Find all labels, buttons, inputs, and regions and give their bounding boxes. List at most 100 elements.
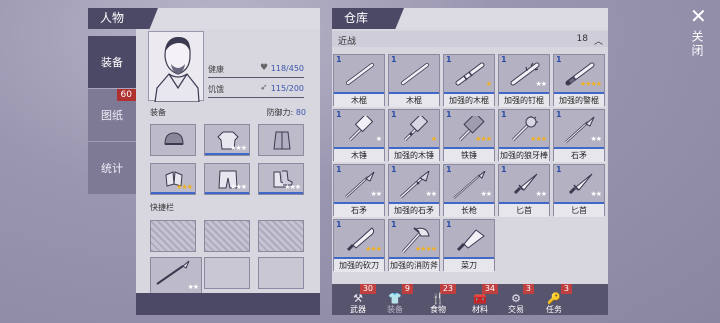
category-tab-equipment[interactable]: 9 👕 装备 xyxy=(377,284,413,315)
equip-slot-hands[interactable]: ★★★ xyxy=(150,163,196,195)
storage-panel: 仓库 近战 18 ︿ 1 木棍 1 木棍 1 ★ 加强的木棍 1 ★★ 加强的钉棍 1 ★★★★ 加强的… xyxy=(332,8,608,315)
equip-slot-body-stars: ★★★ xyxy=(230,144,247,152)
item-rating: ★★ xyxy=(535,80,547,88)
stick-icon xyxy=(401,63,429,85)
close-label: 关闭 xyxy=(690,30,704,58)
storage-item[interactable]: 1 ★★★★ 加强的消防斧 xyxy=(388,219,440,272)
character-tabs: 装备 60 图纸 统计 xyxy=(88,36,136,195)
item-quantity: 1 xyxy=(336,220,342,229)
storage-item[interactable]: 1 ★ 木锤 xyxy=(333,109,385,162)
item-quantity: 1 xyxy=(391,220,397,229)
hunger-divider xyxy=(208,97,304,98)
storage-item[interactable]: 1 ★ 加强的木锤 xyxy=(388,109,440,162)
storage-item[interactable]: 1 ★★ 石矛 xyxy=(553,109,605,162)
item-rating: ★★ xyxy=(590,190,602,198)
storage-item[interactable]: 1 ★★ 石矛 xyxy=(333,164,385,217)
equip-slot-feet-stars: ★★★ xyxy=(284,183,301,191)
item-name: 加强的钉棍 xyxy=(499,94,549,107)
equip-slot-head[interactable] xyxy=(150,124,196,156)
equip-slot-legs[interactable]: ★★★ xyxy=(204,163,250,195)
equipment-header: 装备 防御力: 80 xyxy=(136,105,320,119)
equip-slot-feet-durability xyxy=(259,192,303,194)
helmet-icon xyxy=(164,132,184,145)
item-name: 木棍 xyxy=(334,94,384,107)
quickbar-slot-6[interactable] xyxy=(258,257,304,289)
storage-item[interactable]: 1 ★★ 加强的钉棍 xyxy=(498,54,550,107)
equip-slot-body[interactable]: ★★★ xyxy=(204,124,250,156)
equip-slot-legs-durability xyxy=(205,192,249,194)
category-label: 武器 xyxy=(350,305,366,314)
storage-item[interactable]: 1 木棍 xyxy=(388,54,440,107)
close-icon: ✕ xyxy=(690,4,707,28)
category-tab-weapon[interactable]: 30 ⚒ 武器 xyxy=(340,284,376,315)
storage-title: 仓库 xyxy=(332,8,404,29)
quickbar-slot-5[interactable] xyxy=(204,257,250,289)
stick-icon xyxy=(346,63,374,85)
melee-section-header[interactable]: 近战 18 ︿ xyxy=(332,31,608,47)
category-label: 交易 xyxy=(508,305,524,314)
item-name: 加强的木棍 xyxy=(444,94,494,107)
storage-item-grid: 1 木棍 1 木棍 1 ★ 加强的木棍 1 ★★ 加强的钉棍 1 ★★★★ 加强的警棍 1 ★ 木锤 1 ★ 加强的… xyxy=(333,54,607,284)
storage-item[interactable]: 1 木棍 xyxy=(333,54,385,107)
storage-item[interactable]: 1 菜刀 xyxy=(443,219,495,272)
item-name: 石矛 xyxy=(554,149,604,162)
storage-item[interactable]: 1 ★ 加强的木棍 xyxy=(443,54,495,107)
item-quantity: 1 xyxy=(336,165,342,174)
equipment-label: 装备 xyxy=(150,108,166,117)
item-name: 铁锤 xyxy=(444,149,494,162)
item-quantity: 1 xyxy=(556,165,562,174)
item-quantity: 1 xyxy=(556,55,562,64)
quickbar-slot-3-locked[interactable] xyxy=(258,220,304,252)
tab-statistics-label: 统计 xyxy=(101,162,123,175)
item-rating: ★★★ xyxy=(530,135,547,143)
item-quantity: 1 xyxy=(446,110,452,119)
reinforced-stick-icon xyxy=(455,62,485,86)
item-name: 加强的警棍 xyxy=(554,94,604,107)
chevron-up-icon[interactable]: ︿ xyxy=(594,34,603,47)
item-name: 加强的砍刀 xyxy=(334,259,384,272)
equip-slot-armor[interactable] xyxy=(258,124,304,156)
storage-item[interactable]: 1 ★★★ 加强的砍刀 xyxy=(333,219,385,272)
storage-item[interactable]: 1 ★★ 匕首 xyxy=(498,164,550,217)
category-label: 任务 xyxy=(546,305,562,314)
category-label: 食物 xyxy=(430,305,446,314)
item-rating: ★★★ xyxy=(365,245,382,253)
tab-equipment[interactable]: 装备 xyxy=(88,36,136,88)
category-tab-materials[interactable]: 34 🧰 材料 xyxy=(462,284,498,315)
tab-blueprints[interactable]: 60 图纸 xyxy=(88,89,136,141)
equip-slot-feet[interactable]: ★★★ xyxy=(258,163,304,195)
category-tab-food[interactable]: 23 🍴 食物 xyxy=(420,284,456,315)
storage-item[interactable]: 1 ★★ 长枪 xyxy=(443,164,495,217)
storage-item[interactable]: 1 ★★★ 铁锤 xyxy=(443,109,495,162)
storage-item[interactable]: 1 ★★★ 加强的狼牙棒 xyxy=(498,109,550,162)
item-quantity: 1 xyxy=(336,110,342,119)
quickbar-slot-2-locked[interactable] xyxy=(204,220,250,252)
item-quantity: 1 xyxy=(501,110,507,119)
armor-vest-icon xyxy=(273,131,291,150)
defense-label: 防御力: xyxy=(266,108,294,117)
equip-slot-hands-stars: ★★★ xyxy=(176,183,193,191)
storage-item[interactable]: 1 ★★ 匕首 xyxy=(553,164,605,217)
item-name: 木棍 xyxy=(389,94,439,107)
item-rating: ★★ xyxy=(480,190,492,198)
character-title-bar: 人物 xyxy=(88,8,320,29)
item-quantity: 1 xyxy=(391,55,397,64)
tab-statistics[interactable]: 统计 xyxy=(88,142,136,194)
category-tab-trade[interactable]: 3 ⚙ 交易 xyxy=(498,284,534,315)
close-button[interactable]: ✕ 关闭 xyxy=(680,4,716,84)
wooden-hammer-icon xyxy=(348,116,374,142)
character-panel: 人物 装备 60 图纸 统计 健康 ♥ 118/450 饥饿 ➶ 115/200… xyxy=(88,8,320,315)
category-tab-quest[interactable]: 3 🔑 任务 xyxy=(536,284,572,315)
item-name: 木锤 xyxy=(334,149,384,162)
storage-item[interactable]: 1 ★★★★ 加强的警棍 xyxy=(553,54,605,107)
quickbar-header: 快捷栏 xyxy=(136,200,320,214)
kitchen-knife-icon xyxy=(456,229,485,252)
item-rating: ★★★★ xyxy=(579,80,602,88)
drumstick-icon: ➶ xyxy=(260,83,268,93)
item-quantity: 1 xyxy=(501,165,507,174)
storage-item[interactable]: 1 ★★ 加强的石矛 xyxy=(388,164,440,217)
character-area: 健康 ♥ 118/450 饥饿 ➶ 115/200 装备 防御力: 80 ★★★ xyxy=(136,29,320,315)
item-name: 加强的消防斧 xyxy=(389,259,439,272)
quickbar-slot-1-locked[interactable] xyxy=(150,220,196,252)
equip-slot-legs-stars: ★★★ xyxy=(230,183,247,191)
